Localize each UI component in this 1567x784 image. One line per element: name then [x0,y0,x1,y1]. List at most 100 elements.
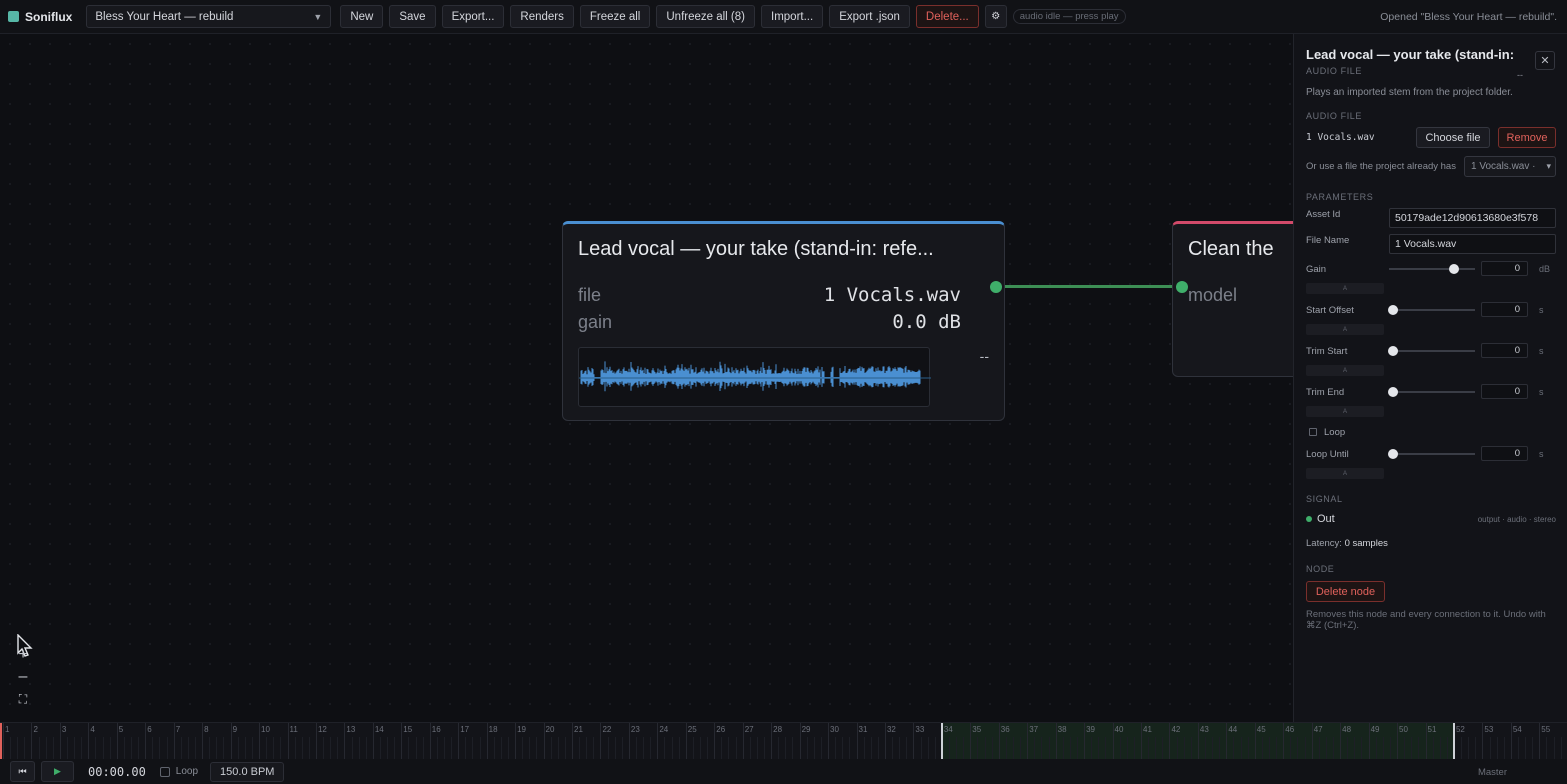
trim-end-slider-handle[interactable] [1388,387,1398,397]
app-brand: Soniflux [25,9,73,24]
ruler-bar-label: 31 [858,725,868,734]
ruler-subtick [813,737,815,760]
selected-file-name: 1 Vocals.wav [1306,132,1375,143]
asset-id-label: Asset Id [1306,209,1341,220]
ruler-subtick [1290,737,1292,760]
gain-slider[interactable] [1389,268,1475,270]
trim-end-slider[interactable] [1389,391,1475,393]
ruler-subtick [1069,737,1071,760]
new-button[interactable]: New [340,5,384,28]
unfreeze-all-button[interactable]: Unfreeze all (8) [656,5,755,28]
existing-file-select[interactable]: 1 Vocals.wav · ▾ [1464,156,1556,177]
playhead[interactable] [0,723,2,760]
start-offset-slider[interactable] [1389,309,1475,311]
project-select[interactable]: Bless Your Heart — rebuild ▼ [86,5,332,28]
zoom-in-button[interactable]: + [14,646,32,664]
ruler-subtick [422,737,424,760]
export-button[interactable]: Export... [441,5,505,28]
node-title: Clean the [1188,238,1274,260]
loop-checkbox[interactable] [1309,428,1317,436]
loop-start-handle[interactable] [940,723,943,760]
ruler-subtick [479,737,481,760]
trim-start-slider[interactable] [1389,350,1475,352]
close-inspector-button[interactable]: ✕ [1535,51,1555,70]
transport-loop-checkbox[interactable] [159,766,170,777]
start-offset-automation-button[interactable]: A [1306,324,1384,335]
remove-file-button[interactable]: Remove [1498,127,1556,148]
output-port[interactable] [990,281,1002,293]
ruler-subtick [1261,737,1263,760]
ruler-subtick [323,737,325,760]
start-offset-input[interactable]: 0 [1481,302,1528,317]
import-button[interactable]: Import... [761,5,824,28]
connection-wire[interactable] [996,285,1182,288]
ruler-bar-label: 51 [1427,725,1437,734]
node-clean[interactable]: Clean the model [1172,221,1293,377]
fit-view-button[interactable]: ⛶ [14,690,32,708]
trim-end-input[interactable]: 0 [1481,384,1528,399]
node-gain-value: 0.0 dB [892,311,961,333]
loop-end-handle[interactable] [1452,723,1455,760]
zoom-out-button[interactable]: – [14,668,32,686]
delete-project-button[interactable]: Delete... [915,5,979,28]
loop-until-slider-handle[interactable] [1388,449,1398,459]
ruler-subtick [67,737,68,760]
gain-slider-handle[interactable] [1448,264,1459,274]
file-name-input[interactable]: 1 Vocals.wav [1389,234,1556,254]
ruler-bar-label: 11 [289,725,298,734]
ruler-subtick [1461,737,1463,760]
trim-end-automation-button[interactable]: A [1306,406,1384,417]
renders-button[interactable]: Renders [510,5,574,28]
ruler-subtick [1041,737,1043,760]
ruler-subtick [1233,737,1235,760]
ruler-subtick [842,737,844,760]
delete-node-note: Removes this node and every connection t… [1306,609,1546,631]
choose-file-button[interactable]: Choose file [1416,127,1490,148]
save-button[interactable]: Save [389,5,436,28]
rewind-button[interactable]: ⏮ [10,761,35,782]
export-json-button[interactable]: Export .json [829,5,910,28]
ruler-subtick [1468,737,1470,760]
delete-node-button[interactable]: Delete node [1306,581,1385,602]
ruler-tick [799,723,801,760]
ruler-subtick [529,737,531,760]
freeze-all-button[interactable]: Freeze all [579,5,651,28]
play-button[interactable]: ▶ [41,761,74,782]
settings-button[interactable]: ⚙ [984,5,1007,28]
ruler-subtick [778,737,780,760]
node-title: Lead vocal — your take (stand-in: refe..… [578,238,934,260]
loop-until-input[interactable]: 0 [1481,446,1528,461]
ruler-bar-label: 33 [915,725,925,734]
trim-start-input[interactable]: 0 [1481,343,1528,358]
ruler-tick [1283,723,1285,760]
loop-until-slider[interactable] [1389,453,1475,455]
bpm-field[interactable]: 150.0 BPM [210,761,285,782]
loop-until-automation-button[interactable]: A [1306,468,1384,479]
ruler-subtick [1304,737,1306,760]
audio-status-pill: audio idle — press play [1012,9,1126,24]
asset-id-input[interactable]: 50179ade12d90613680e3f578 [1389,208,1556,228]
ruler-subtick [102,737,104,760]
trim-start-slider-handle[interactable] [1388,346,1398,356]
ruler-subtick [1411,737,1413,760]
start-offset-slider-handle[interactable] [1388,305,1398,315]
ruler-tick [173,723,175,760]
ruler-subtick [266,737,268,760]
ruler-bar-label: 14 [374,725,384,734]
ruler-tick [287,723,289,760]
gain-number-input[interactable]: 0 [1481,261,1528,276]
ruler-tick [1425,723,1427,760]
ruler-subtick [123,737,125,760]
timeline-ruler[interactable]: 1 2 3 4 5 6 7 8 9 10 11 12 13 14 15 16 17 18 19 20 21 22 23 24 2… [0,722,1567,760]
ruler-subtick [621,737,623,760]
ruler-subtick [273,737,275,760]
node-lead-vocal[interactable]: Lead vocal — your take (stand-in: refe..… [562,221,1005,421]
ruler-tick [59,723,61,760]
ruler-subtick [187,737,189,760]
input-port[interactable] [1176,281,1188,293]
gain-automation-button[interactable]: A [1306,283,1384,294]
graph-canvas[interactable]: Lead vocal — your take (stand-in: refe..… [0,34,1293,722]
node-description: Plays an imported stem from the project … [1306,87,1513,98]
trim-start-automation-button[interactable]: A [1306,365,1384,376]
ruler-subtick [678,737,680,760]
